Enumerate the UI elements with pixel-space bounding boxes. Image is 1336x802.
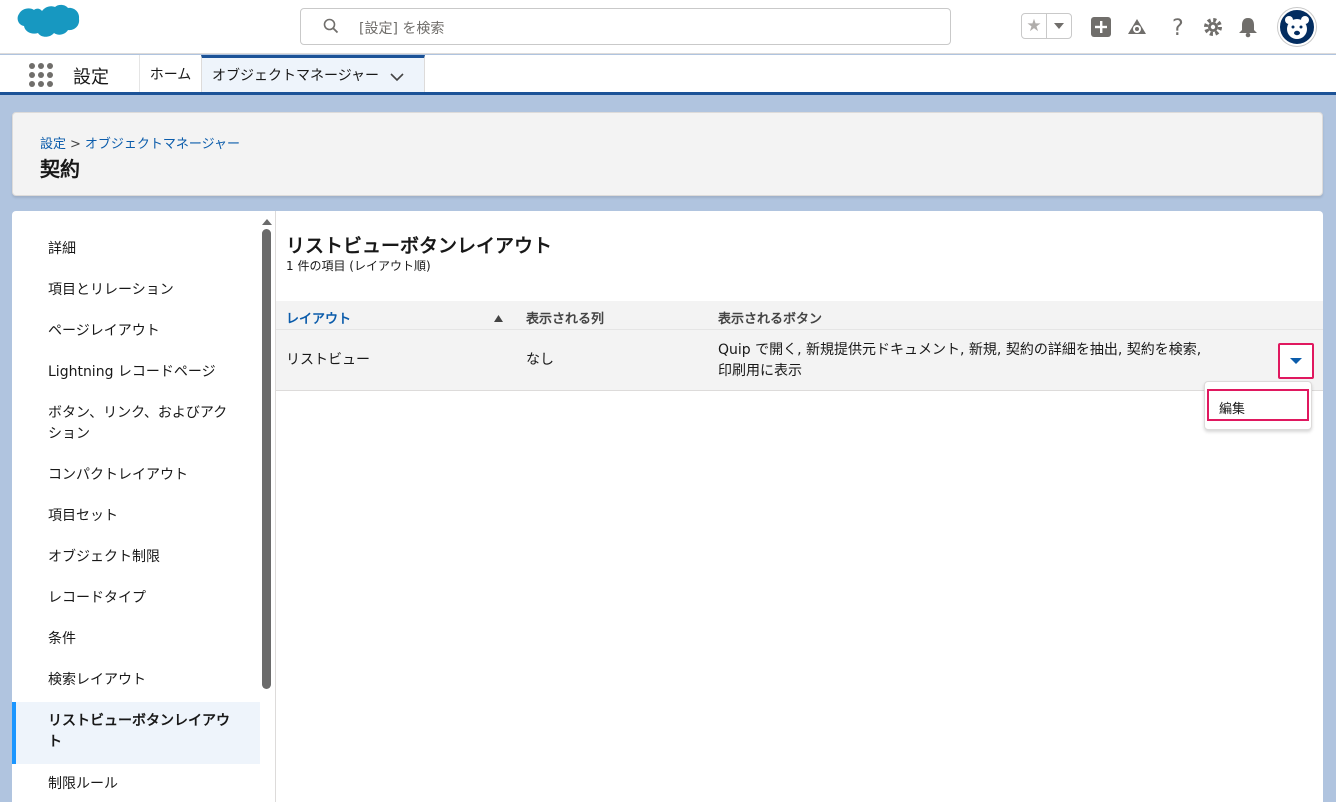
gear-icon[interactable]	[1201, 15, 1225, 39]
cell-displayed-columns: なし	[526, 352, 554, 368]
row-actions-menu: 編集	[1204, 381, 1312, 430]
add-icon[interactable]	[1089, 15, 1113, 39]
table-row: リストビュー なし Quip で開く, 新規提供元ドキュメント, 新規, 契約の…	[276, 330, 1323, 391]
column-header-displayed-buttons: 表示されるボタン	[718, 312, 823, 327]
breadcrumb-setup-link[interactable]: 設定	[40, 137, 66, 152]
bell-icon[interactable]	[1236, 15, 1260, 39]
sidebar-item-conditions[interactable]: 条件	[12, 629, 260, 650]
tab-home[interactable]: ホーム	[139, 55, 201, 92]
item-count: 1 件の項目 (レイアウト順)	[286, 259, 431, 273]
svg-text:?: ?	[1172, 16, 1184, 39]
row-actions-button[interactable]	[1278, 343, 1314, 379]
favorites-group: ★	[1021, 13, 1072, 39]
favorites-dropdown-button[interactable]	[1047, 14, 1071, 38]
tab-home-label: ホーム	[149, 66, 192, 83]
sidebar-item-page-layouts[interactable]: ページレイアウト	[12, 321, 260, 342]
sidebar-item-lightning-record-pages[interactable]: Lightning レコードページ	[12, 362, 260, 383]
sidebar-item-object-limits[interactable]: オブジェクト制限	[12, 547, 260, 568]
menu-item-edit[interactable]: 編集	[1207, 389, 1309, 421]
column-header-displayed-columns: 表示される列	[526, 312, 605, 327]
tab-object-manager[interactable]: オブジェクトマネージャー	[201, 55, 425, 92]
main-card: 詳細 項目とリレーション ページレイアウト Lightning レコードページ …	[12, 211, 1323, 802]
sidebar-item-compact-layouts[interactable]: コンパクトレイアウト	[12, 465, 260, 486]
global-header: [設定] を検索 ★ ?	[0, 0, 1336, 54]
cell-displayed-buttons-line2: 印刷用に表示	[718, 363, 802, 379]
cell-displayed-buttons-line1: Quip で開く, 新規提供元ドキュメント, 新規, 契約の詳細を抽出, 契約を…	[718, 342, 1202, 358]
sidebar-item-restriction-rules[interactable]: 制限ルール	[12, 774, 260, 795]
sidebar-item-field-sets[interactable]: 項目セット	[12, 506, 260, 527]
sidebar-item-details[interactable]: 詳細	[12, 239, 260, 260]
app-launcher-icon[interactable]	[29, 63, 53, 87]
app-name: 設定	[73, 67, 109, 88]
breadcrumb: 設定 > オブジェクトマネージャー	[40, 133, 240, 152]
scroll-up-icon[interactable]	[262, 215, 272, 225]
tab-object-manager-label: オブジェクトマネージャー	[212, 68, 380, 84]
global-search-input[interactable]: [設定] を検索	[300, 8, 951, 45]
sort-ascending-icon[interactable]	[494, 311, 503, 326]
sidebar-item-search-layouts[interactable]: 検索レイアウト	[12, 670, 260, 691]
sidebar-scrollbar[interactable]	[262, 229, 271, 689]
bear-icon	[1285, 16, 1309, 39]
content-panel: リストビューボタンレイアウト 1 件の項目 (レイアウト順) レイアウト 表示さ…	[276, 211, 1323, 802]
star-icon[interactable]: ★	[1022, 14, 1047, 38]
table-header: レイアウト 表示される列 表示されるボタン	[276, 301, 1323, 330]
caret-down-icon	[1054, 23, 1064, 29]
search-placeholder: [設定] を検索	[359, 21, 445, 37]
user-avatar[interactable]	[1278, 8, 1316, 46]
sidebar-item-record-types[interactable]: レコードタイプ	[12, 588, 260, 609]
help-icon[interactable]: ?	[1166, 15, 1190, 39]
breadcrumb-object-manager-link[interactable]: オブジェクトマネージャー	[85, 137, 240, 152]
trailhead-icon[interactable]	[1125, 15, 1149, 39]
search-icon	[323, 18, 341, 36]
context-bar: 設定 ホーム オブジェクトマネージャー	[0, 55, 1336, 95]
cell-layout: リストビュー	[286, 352, 370, 368]
page-header: 設定 > オブジェクトマネージャー 契約	[12, 112, 1323, 196]
salesforce-logo[interactable]	[16, 4, 80, 48]
column-header-layout[interactable]: レイアウト	[286, 308, 351, 327]
section-title: リストビューボタンレイアウト	[286, 235, 553, 257]
caret-down-icon	[1290, 358, 1302, 364]
sidebar-item-fields-relationships[interactable]: 項目とリレーション	[12, 280, 260, 301]
sidebar-item-buttons-links-actions[interactable]: ボタン、リンク、およびアクション	[12, 403, 260, 445]
breadcrumb-separator: >	[70, 137, 81, 152]
object-sidebar: 詳細 項目とリレーション ページレイアウト Lightning レコードページ …	[12, 211, 260, 802]
page-title: 契約	[40, 157, 80, 181]
chevron-down-icon[interactable]	[390, 70, 404, 86]
sidebar-item-list-view-button-layout[interactable]: リストビューボタンレイアウト	[12, 702, 260, 764]
